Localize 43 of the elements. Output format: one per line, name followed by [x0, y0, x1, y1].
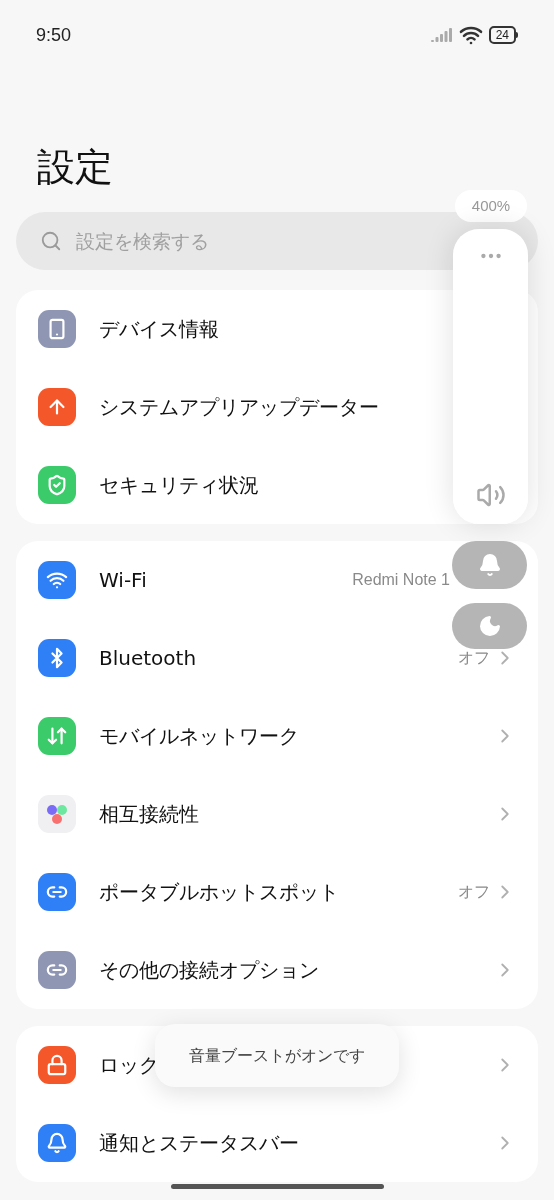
item-label: Bluetooth [99, 645, 197, 672]
settings-item[interactable]: ポータブルホットスポット オフ [16, 853, 538, 931]
settings-item[interactable]: 通知とステータスバー [16, 1104, 538, 1182]
phone-icon [38, 310, 76, 348]
item-value: Redmi Note 1 [352, 572, 450, 588]
link-icon [38, 873, 76, 911]
bluetooth-icon [38, 639, 76, 677]
item-label: ポータブルホットスポット [99, 879, 339, 906]
volume-slider[interactable] [453, 229, 528, 524]
bell-icon [477, 553, 502, 577]
battery-indicator: 24 [488, 26, 516, 44]
dots-icon [38, 795, 76, 833]
status-time: 9:50 [36, 23, 72, 47]
item-value: オフ [458, 650, 490, 666]
arrows-icon [38, 717, 76, 755]
page-title: 設定 [37, 144, 113, 191]
shield-check-icon [38, 466, 76, 504]
toast: 音量ブーストがオンです [155, 1024, 399, 1087]
settings-item[interactable]: モバイルネットワーク [16, 697, 538, 775]
item-label: モバイルネットワーク [99, 723, 299, 750]
item-label: デバイス情報 [99, 316, 219, 343]
settings-item[interactable]: デバイス情報 [16, 290, 538, 368]
wifi-icon [38, 561, 76, 599]
arrow-up-icon [38, 388, 76, 426]
settings-item[interactable]: Wi-Fi Redmi Note 1 [16, 541, 538, 619]
link-icon [38, 951, 76, 989]
signal-icon [430, 28, 453, 42]
notification-icon [38, 1124, 76, 1162]
settings-item[interactable]: その他の接続オプション [16, 931, 538, 1009]
settings-item[interactable]: システムアプリアップデーター [16, 368, 538, 446]
moon-icon [477, 614, 502, 638]
boost-badge: 400% [455, 190, 527, 222]
search-icon [40, 230, 62, 252]
item-label: システムアプリアップデーター [99, 394, 379, 421]
lock-icon [38, 1046, 76, 1084]
item-value: オフ [458, 884, 490, 900]
item-label: Wi-Fi [99, 567, 147, 594]
item-label: セキュリティ状況 [99, 472, 259, 499]
item-label: その他の接続オプション [99, 957, 319, 984]
settings-item[interactable]: セキュリティ状況 [16, 446, 538, 524]
settings-item[interactable]: 相互接続性 [16, 775, 538, 853]
item-label: 相互接続性 [99, 801, 199, 828]
item-label: 通知とステータスバー [99, 1130, 299, 1157]
